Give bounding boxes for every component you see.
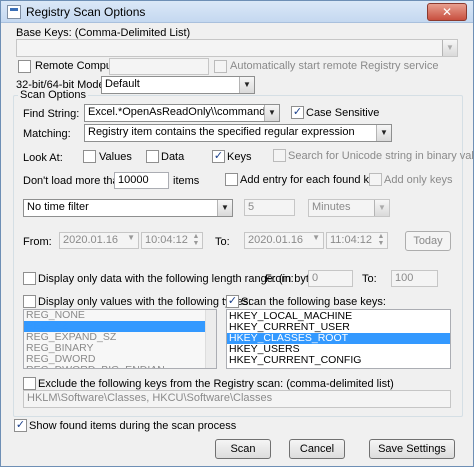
show-found-checkbox[interactable]: ✓ <box>14 419 27 432</box>
time-unit-select[interactable]: Minutes ▼ <box>308 199 390 217</box>
chevron-down-icon[interactable]: ▼ <box>376 125 391 141</box>
data-checkbox[interactable] <box>146 150 159 163</box>
values-checkbox[interactable] <box>83 150 96 163</box>
value-types-list[interactable]: REG_NONE REG_SZ REG_EXPAND_SZ REG_BINARY REG… <box>23 309 217 369</box>
time-amount-input[interactable]: 5 <box>244 199 295 216</box>
exclude-keys-label: Exclude the following keys from the Regi… <box>38 378 394 390</box>
base-keys-scan-label: Scan the following base keys: <box>241 296 386 308</box>
from-time-value: 10:04:12 <box>145 234 188 246</box>
keys-label: Keys <box>227 151 252 163</box>
to-time-input[interactable]: 11:04:12 ▲ ▼ <box>326 232 388 249</box>
registry-scan-options-dialog: Registry Scan Options ✕ Base Keys: (Comm… <box>0 0 474 467</box>
find-string-combo[interactable]: Excel.*OpenAsReadOnly\\command ▼ <box>84 104 280 122</box>
find-string-value: Excel.*OpenAsReadOnly\\command <box>88 106 266 118</box>
time-spinner-icon[interactable]: ▲ ▼ <box>376 233 386 248</box>
auto-start-label: Automatically start remote Registry serv… <box>230 60 439 72</box>
chevron-down-icon[interactable]: ▼ <box>239 77 254 93</box>
values-label: Values <box>99 151 132 163</box>
mode-select[interactable]: Default ▼ <box>101 76 255 94</box>
base-keys-scan-checkbox[interactable]: ✓ <box>226 295 239 308</box>
exclude-keys-checkbox[interactable] <box>23 377 36 390</box>
to-label: To: <box>215 236 230 248</box>
length-to-input[interactable]: 100 <box>391 270 438 287</box>
matching-label: Matching: <box>23 128 71 140</box>
cancel-button[interactable]: Cancel <box>289 439 345 459</box>
unicode-checkbox[interactable] <box>273 149 286 162</box>
length-range-checkbox[interactable] <box>23 272 36 285</box>
to-date-input[interactable]: 2020.01.16 ▼ <box>244 232 324 249</box>
from-date-input[interactable]: 2020.01.16 ▼ <box>59 232 139 249</box>
to-time-value: 11:04:12 <box>330 234 373 246</box>
show-found-label: Show found items during the scan process <box>29 420 237 432</box>
window-title: Registry Scan Options <box>26 5 146 19</box>
length-from-label: From: <box>265 273 294 285</box>
time-filter-select[interactable]: No time filter ▼ <box>23 199 233 217</box>
time-spinner-icon[interactable]: ▲ ▼ <box>191 233 201 248</box>
base-keys-list[interactable]: HKEY_LOCAL_MACHINE HKEY_CURRENT_USER HKEY_… <box>226 309 451 369</box>
add-entry-checkbox[interactable] <box>225 173 238 186</box>
base-keys-label: Base Keys: (Comma-Delimited List) <box>16 27 191 39</box>
title-bar[interactable]: Registry Scan Options ✕ <box>1 1 473 23</box>
length-to-label: To: <box>362 273 377 285</box>
from-date-value: 2020.01.16 <box>63 234 119 246</box>
calendar-dropdown-icon[interactable]: ▼ <box>127 233 135 242</box>
auto-start-checkbox[interactable] <box>214 60 227 73</box>
matching-value: Registry item contains the specified reg… <box>88 126 355 138</box>
remote-computer-input[interactable] <box>109 58 209 75</box>
scan-button[interactable]: Scan <box>215 439 271 459</box>
length-from-input[interactable]: 0 <box>308 270 353 287</box>
to-date-value: 2020.01.16 <box>248 234 304 246</box>
chevron-down-icon[interactable]: ▼ <box>442 40 457 56</box>
calendar-dropdown-icon[interactable]: ▼ <box>312 233 320 242</box>
look-at-label: Look At: <box>23 152 63 164</box>
chevron-down-icon[interactable]: ▼ <box>374 200 389 216</box>
base-keys-combo[interactable]: ▼ <box>16 39 458 57</box>
time-unit-value: Minutes <box>312 201 351 213</box>
scan-options-caption: Scan Options <box>18 89 89 101</box>
mode-value: Default <box>105 78 140 90</box>
data-label: Data <box>161 151 185 163</box>
from-label: From: <box>23 236 52 248</box>
case-sensitive-checkbox[interactable]: ✓ <box>291 106 304 119</box>
exclude-keys-input[interactable]: HKLM\Software\Classes, HKCU\Software\Cla… <box>23 390 451 408</box>
add-only-keys-label: Add only keys <box>384 174 453 186</box>
chevron-down-icon[interactable]: ▼ <box>217 200 232 216</box>
close-button[interactable]: ✕ <box>427 3 467 21</box>
today-button[interactable]: Today <box>405 231 451 251</box>
base-key-item[interactable]: HKEY_CURRENT_CONFIG <box>227 355 450 366</box>
dont-load-label: Don't load more than <box>23 175 125 187</box>
app-icon <box>7 5 21 19</box>
unicode-label: Search for Unicode string in binary valu… <box>288 150 474 162</box>
save-settings-button[interactable]: Save Settings <box>369 439 455 459</box>
items-label: items <box>173 175 200 187</box>
scrollbar[interactable] <box>205 310 216 368</box>
find-string-label: Find String: <box>23 108 80 120</box>
time-filter-value: No time filter <box>27 201 89 213</box>
add-only-keys-checkbox[interactable] <box>369 173 382 186</box>
matching-select[interactable]: Registry item contains the specified reg… <box>84 124 392 142</box>
remote-computer-checkbox[interactable] <box>18 60 31 73</box>
add-entry-label: Add entry for each found key <box>240 174 381 186</box>
chevron-down-icon[interactable]: ▼ <box>264 105 279 121</box>
value-type-item[interactable]: REG_DWORD_BIG_ENDIAN <box>24 365 216 369</box>
dont-load-input[interactable]: 10000 <box>114 172 169 189</box>
types-filter-label: Display only values with the following t… <box>38 296 252 308</box>
from-time-input[interactable]: 10:04:12 ▲ ▼ <box>141 232 203 249</box>
types-filter-checkbox[interactable] <box>23 295 36 308</box>
keys-checkbox[interactable]: ✓ <box>212 150 225 163</box>
case-sensitive-label: Case Sensitive <box>306 107 380 119</box>
